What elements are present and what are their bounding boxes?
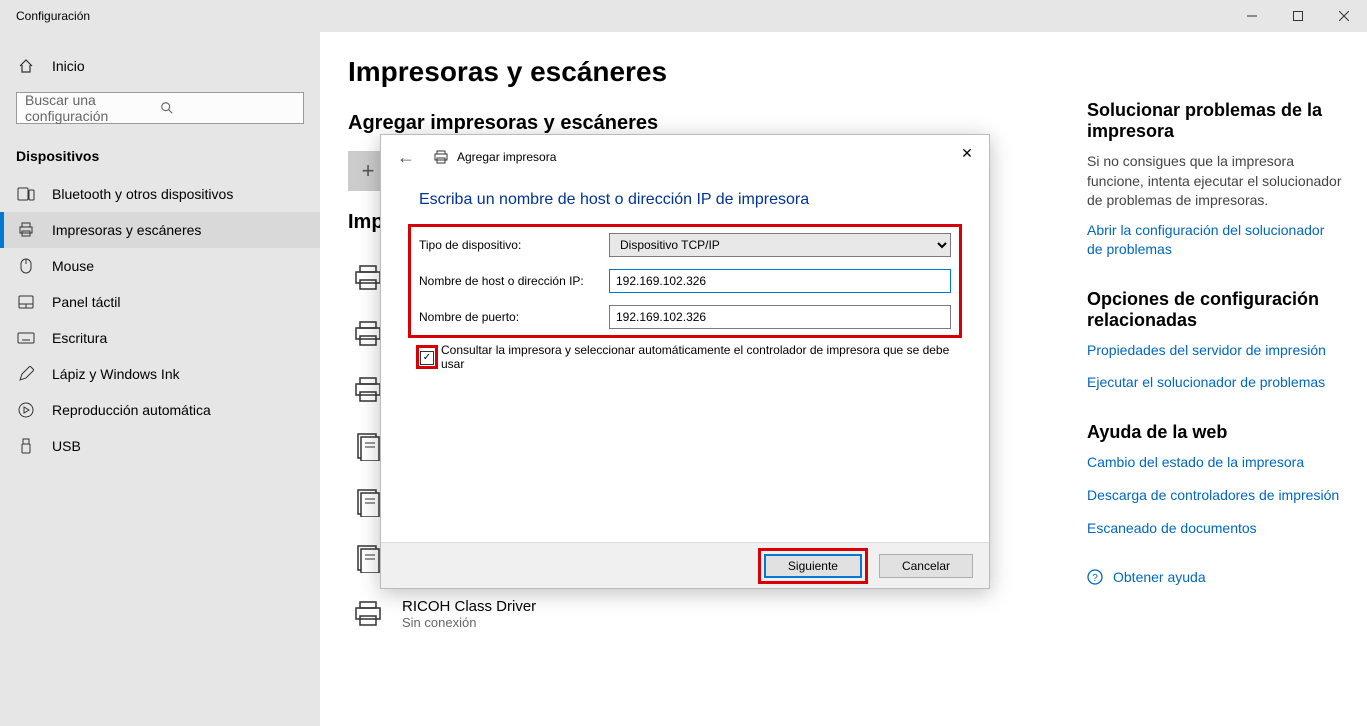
checkbox-highlight: ✓ xyxy=(419,348,435,366)
webhelp-link-status[interactable]: Cambio del estado de la impresora xyxy=(1087,453,1343,472)
keyboard-icon xyxy=(16,332,36,344)
related-link-troubleshooter[interactable]: Ejecutar el solucionador de problemas xyxy=(1087,373,1343,392)
nav-label: Lápiz y Windows Ink xyxy=(52,366,180,382)
get-help-link[interactable]: Obtener ayuda xyxy=(1113,568,1206,587)
nav-label: Impresoras y escáneres xyxy=(52,222,201,238)
nav-label: Mouse xyxy=(52,258,94,274)
sidebar-item-touchpad[interactable]: Panel táctil xyxy=(0,284,320,320)
dialog-title: Agregar impresora xyxy=(457,150,556,164)
troubleshoot-heading: Solucionar problemas de la impresora xyxy=(1087,100,1343,142)
maximize-button[interactable] xyxy=(1275,0,1321,32)
cancel-button[interactable]: Cancelar xyxy=(879,554,973,578)
dialog-back-button[interactable]: ← xyxy=(389,143,423,172)
search-icon xyxy=(160,101,295,115)
nav-label: Panel táctil xyxy=(52,294,120,310)
troubleshoot-link[interactable]: Abrir la configuración del solucionador … xyxy=(1087,221,1343,259)
sidebar: Inicio Buscar una configuración Disposit… xyxy=(0,32,320,726)
printer-icon xyxy=(16,222,36,238)
mouse-icon xyxy=(16,258,36,274)
troubleshoot-text: Si no consigues que la impresora funcion… xyxy=(1087,152,1343,211)
page-title: Impresoras y escáneres xyxy=(348,56,1047,88)
port-label: Nombre de puerto: xyxy=(419,310,609,324)
port-input[interactable] xyxy=(609,305,951,329)
add-section-title: Agregar impresoras y escáneres xyxy=(348,112,1047,135)
printer-small-icon xyxy=(433,150,449,164)
add-printer-dialog: ✕ ← Agregar impresora Escriba un nombre … xyxy=(380,134,990,589)
related-link-server[interactable]: Propiedades del servidor de impresión xyxy=(1087,341,1343,360)
sidebar-item-usb[interactable]: USB xyxy=(0,428,320,464)
autoplay-icon xyxy=(16,402,36,418)
device-type-select[interactable]: Dispositivo TCP/IP xyxy=(609,233,951,257)
home-icon xyxy=(16,58,36,74)
nav-label: Bluetooth y otros dispositivos xyxy=(52,186,233,202)
dialog-close-button[interactable]: ✕ xyxy=(949,139,985,167)
window-title: Configuración xyxy=(16,9,1229,23)
webhelp-heading: Ayuda de la web xyxy=(1087,422,1343,443)
nav-label: USB xyxy=(52,438,81,454)
next-button[interactable]: Siguiente xyxy=(764,554,862,578)
checkbox-label: Consultar la impresora y seleccionar aut… xyxy=(441,343,951,371)
sidebar-item-mouse[interactable]: Mouse xyxy=(0,248,320,284)
sidebar-item-pen[interactable]: Lápiz y Windows Ink xyxy=(0,356,320,392)
search-input[interactable]: Buscar una configuración xyxy=(16,92,304,124)
fields-highlight: Tipo de dispositivo: Dispositivo TCP/IP … xyxy=(411,227,959,335)
printer-name: RICOH Class Driver xyxy=(402,598,536,615)
sidebar-item-bluetooth[interactable]: Bluetooth y otros dispositivos xyxy=(0,176,320,212)
related-heading: Opciones de configuración relacionadas xyxy=(1087,289,1343,331)
svg-text:?: ? xyxy=(1092,573,1098,584)
sidebar-item-typing[interactable]: Escritura xyxy=(0,320,320,356)
sidebar-home[interactable]: Inicio xyxy=(0,52,320,80)
titlebar: Configuración xyxy=(0,0,1367,32)
devices-icon xyxy=(16,187,36,201)
printer-device-icon xyxy=(348,594,388,634)
close-button[interactable] xyxy=(1321,0,1367,32)
sidebar-item-printers[interactable]: Impresoras y escáneres xyxy=(0,212,320,248)
nav-label: Escritura xyxy=(52,330,107,346)
webhelp-link-drivers[interactable]: Descarga de controladores de impresión xyxy=(1087,486,1343,505)
right-column: Solucionar problemas de la impresora Si … xyxy=(1087,32,1367,726)
minimize-button[interactable] xyxy=(1229,0,1275,32)
search-placeholder: Buscar una configuración xyxy=(25,92,160,124)
host-input[interactable] xyxy=(609,269,951,293)
nav-label: Reproducción automática xyxy=(52,402,211,418)
sidebar-item-autoplay[interactable]: Reproducción automática xyxy=(0,392,320,428)
host-label: Nombre de host o dirección IP: xyxy=(419,274,609,288)
touchpad-icon xyxy=(16,295,36,309)
dialog-heading: Escriba un nombre de host o dirección IP… xyxy=(419,191,951,209)
printer-row[interactable]: RICOH Class Driver Sin conexión xyxy=(348,586,1047,642)
auto-select-checkbox[interactable]: ✓ xyxy=(420,351,434,365)
device-type-label: Tipo de dispositivo: xyxy=(419,238,609,252)
next-highlight: Siguiente xyxy=(761,551,865,581)
usb-icon xyxy=(16,438,36,454)
printer-status: Sin conexión xyxy=(402,615,536,630)
sidebar-section: Dispositivos xyxy=(0,140,320,176)
home-label: Inicio xyxy=(52,58,85,74)
help-icon: ? xyxy=(1087,569,1103,585)
pen-icon xyxy=(16,366,36,382)
webhelp-link-scan[interactable]: Escaneado de documentos xyxy=(1087,519,1343,538)
